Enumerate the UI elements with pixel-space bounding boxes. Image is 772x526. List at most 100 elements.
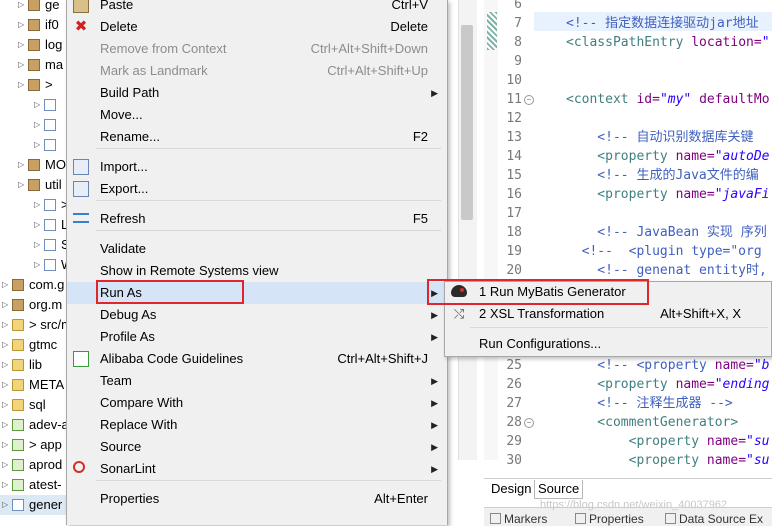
menu-item-label: Move...: [100, 107, 143, 122]
expand-arrow-icon[interactable]: ▷: [2, 475, 10, 495]
tab-properties[interactable]: Properties: [575, 512, 644, 526]
menu-item-refresh[interactable]: Refresh F5: [66, 208, 446, 230]
menu-item-label: Replace With: [100, 417, 178, 432]
code-line[interactable]: <classPathEntry location=": [566, 33, 772, 52]
expand-arrow-icon[interactable]: ▷: [2, 375, 10, 395]
expand-arrow-icon[interactable]: ▷: [34, 255, 42, 275]
expand-arrow-icon[interactable]: ▷: [18, 175, 26, 195]
code-line[interactable]: [566, 0, 772, 14]
menu-item-remove-from-context[interactable]: Remove from Context Ctrl+Alt+Shift+Down: [66, 38, 446, 60]
menu-item-validate[interactable]: Validate: [66, 238, 446, 260]
expand-arrow-icon[interactable]: ▷: [34, 135, 42, 155]
editor-overview-ruler: [484, 0, 498, 460]
expand-arrow-icon[interactable]: ▷: [34, 195, 42, 215]
menu-item-build-path[interactable]: Build Path ▶: [66, 82, 446, 104]
tab-data-source-explorer[interactable]: Data Source Ex: [665, 512, 763, 526]
expand-arrow-icon[interactable]: ▷: [2, 355, 10, 375]
tree-item-label: com.g: [29, 277, 65, 292]
menu-item-alibaba-code-guidelines[interactable]: Alibaba Code Guidelines Ctrl+Alt+Shift+J: [66, 348, 446, 370]
expand-arrow-icon[interactable]: ▷: [34, 95, 42, 115]
menu-item-sonarlint[interactable]: SonarLint ▶: [66, 458, 446, 480]
code-line[interactable]: <!-- genenat entity时,: [566, 261, 772, 280]
project-icon: [12, 439, 24, 451]
expand-arrow-icon[interactable]: ▷: [2, 335, 10, 355]
expand-arrow-icon[interactable]: ▷: [18, 155, 26, 175]
code-line[interactable]: <property name="ending: [566, 375, 772, 394]
tab-design[interactable]: Design: [488, 480, 534, 498]
menu-item-team[interactable]: Team ▶: [66, 370, 446, 392]
expand-arrow-icon[interactable]: ▷: [2, 395, 10, 415]
menu-item-source[interactable]: Source ▶: [66, 436, 446, 458]
expand-arrow-icon[interactable]: ▷: [18, 0, 26, 15]
expand-arrow-icon[interactable]: ▷: [2, 415, 10, 435]
expand-arrow-icon[interactable]: ▷: [18, 15, 26, 35]
code-line[interactable]: <!-- 指定数据连接驱动jar地址: [566, 14, 772, 33]
java-file-icon: [44, 239, 56, 251]
code-line[interactable]: <!-- 注释生成器 -->: [566, 394, 772, 413]
menu-item-shortcut: Ctrl+Alt+Shift+Down: [310, 41, 428, 56]
code-token: name=: [675, 187, 715, 202]
code-line[interactable]: <!-- 自动识别数据库关键: [566, 128, 772, 147]
submenu-item-2-xsl-transformation[interactable]: ⤭ 2 XSL Transformation Alt+Shift+X, X: [445, 303, 771, 325]
menu-item-show-in-remote-systems-view[interactable]: Show in Remote Systems view: [66, 260, 446, 282]
code-line[interactable]: <!-- <plugin type="org: [566, 242, 772, 261]
java-file-icon: [44, 139, 56, 151]
expand-arrow-icon[interactable]: ▷: [2, 315, 10, 335]
code-line[interactable]: [566, 71, 772, 90]
tab-source[interactable]: Source: [534, 480, 584, 499]
tab-markers[interactable]: Markers: [490, 512, 547, 526]
code-line[interactable]: <commentGenerator>: [566, 413, 772, 432]
menu-item-export[interactable]: Export...: [66, 178, 446, 200]
expand-arrow-icon[interactable]: ▷: [2, 495, 10, 515]
code-line[interactable]: <!-- 生成的Java文件的编: [566, 166, 772, 185]
menu-item-debug-as[interactable]: Debug As ▶: [66, 304, 446, 326]
menu-item-rename[interactable]: Rename... F2: [66, 126, 446, 148]
tree-item-label: META: [29, 377, 65, 392]
editor-scrollbar-thumb[interactable]: [461, 25, 473, 220]
expand-arrow-icon[interactable]: ▷: [2, 455, 10, 475]
code-line[interactable]: <property name="su: [566, 432, 772, 451]
menu-item-paste[interactable]: Paste Ctrl+V: [66, 0, 446, 16]
menu-item-import[interactable]: Import...: [66, 156, 446, 178]
code-line[interactable]: <property name="javaFi: [566, 185, 772, 204]
code-line[interactable]: [566, 52, 772, 71]
menu-item-profile-as[interactable]: Profile As ▶: [66, 326, 446, 348]
expand-arrow-icon[interactable]: ▷: [18, 35, 26, 55]
menu-item-mark-as-landmark[interactable]: Mark as Landmark Ctrl+Alt+Shift+Up: [66, 60, 446, 82]
menu-item-properties[interactable]: Properties Alt+Enter: [66, 488, 446, 510]
menu-item-label: Source: [100, 439, 142, 454]
code-line[interactable]: <property name="su: [566, 451, 772, 470]
code-line[interactable]: <property name="autoDe: [566, 147, 772, 166]
code-line[interactable]: <context id="my" defaultMo: [566, 90, 772, 109]
menu-item-replace-with[interactable]: Replace With ▶: [66, 414, 446, 436]
fold-toggle-icon[interactable]: −: [524, 418, 534, 428]
submenu-item-run-configurations[interactable]: Run Configurations...: [445, 333, 771, 355]
code-line[interactable]: [566, 204, 772, 223]
code-token: <classPathEntry: [566, 35, 692, 50]
code-token: name=: [675, 377, 715, 392]
menu-item-label: Mark as Landmark: [100, 63, 208, 78]
code-line[interactable]: <!-- <property name="b: [566, 356, 772, 375]
code-line[interactable]: [566, 109, 772, 128]
line-number: 18: [506, 225, 522, 240]
expand-arrow-icon[interactable]: ▷: [2, 295, 10, 315]
fold-toggle-icon[interactable]: −: [524, 95, 534, 105]
tree-item-label: sql: [29, 397, 46, 412]
line-number: 7: [514, 16, 522, 31]
expand-arrow-icon[interactable]: ▷: [34, 215, 42, 235]
expand-arrow-icon[interactable]: ▷: [2, 275, 10, 295]
menu-item-delete[interactable]: ✖ Delete Delete: [66, 16, 446, 38]
expand-arrow-icon[interactable]: ▷: [34, 115, 42, 135]
expand-arrow-icon[interactable]: ▷: [18, 55, 26, 75]
line-number: 14: [506, 149, 522, 164]
submenu-arrow-icon: ▶: [431, 398, 438, 408]
line-number: 13: [506, 130, 522, 145]
expand-arrow-icon[interactable]: ▷: [34, 235, 42, 255]
menu-item-compare-with[interactable]: Compare With ▶: [66, 392, 446, 414]
expand-arrow-icon[interactable]: ▷: [18, 75, 26, 95]
tree-item-label: util: [45, 177, 62, 192]
code-token: id=: [636, 92, 660, 107]
expand-arrow-icon[interactable]: ▷: [2, 435, 10, 455]
code-line[interactable]: <!-- JavaBean 实现 序列: [566, 223, 772, 242]
menu-item-move[interactable]: Move...: [66, 104, 446, 126]
